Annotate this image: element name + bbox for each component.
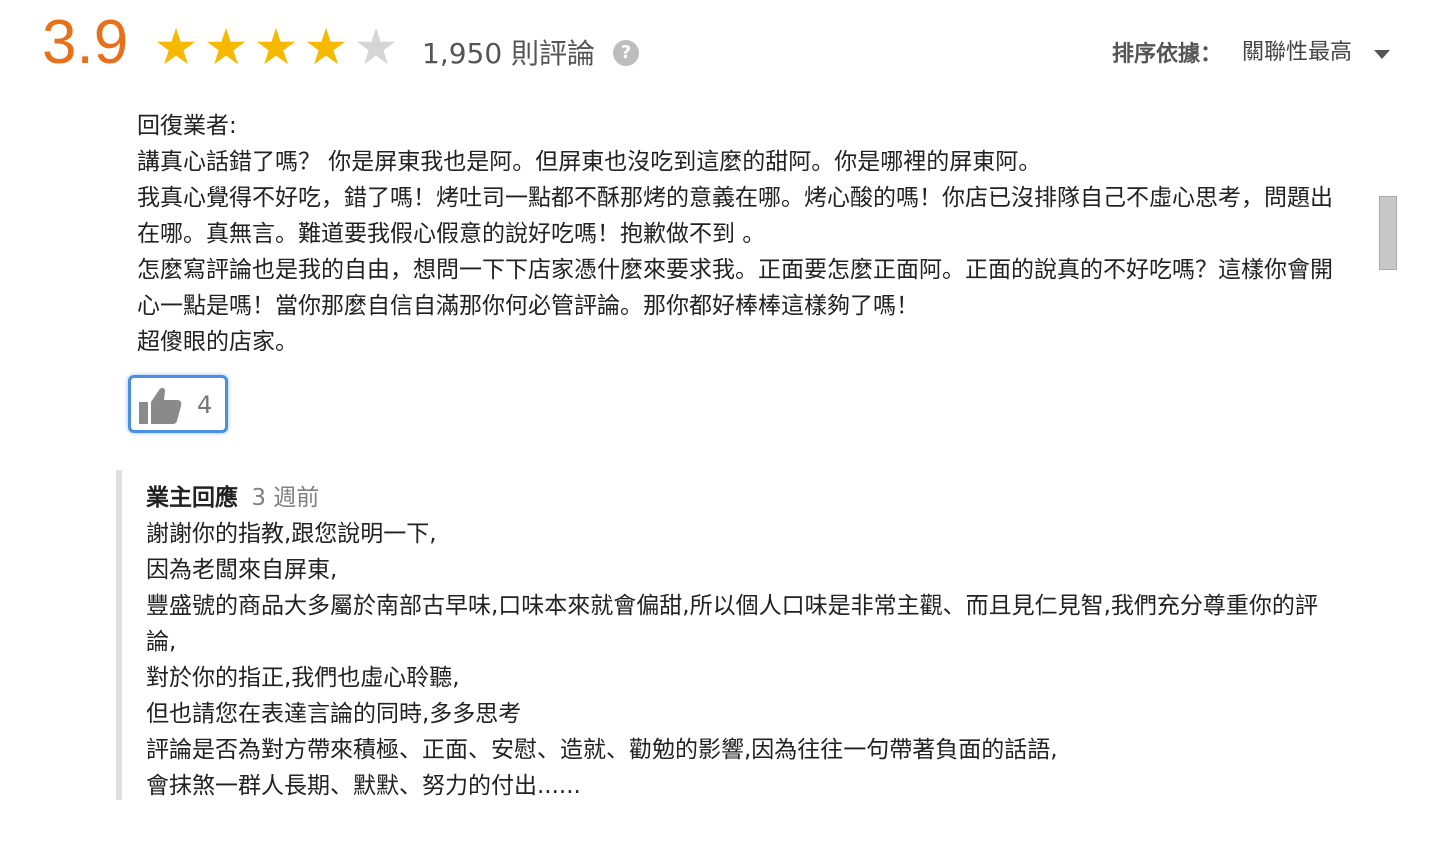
owner-response-line: 會抹煞一群人長期、默默、努力的付出......: [146, 773, 581, 799]
star-filled-icon: ★: [253, 18, 299, 76]
owner-response-line: 對於你的指正,我們也虛心聆聽,: [146, 665, 460, 691]
owner-response-line: 豐盛號的商品大多屬於南部古早味,口味本來就會偏甜,所以個人口味是非常主觀、而且見…: [146, 593, 1318, 655]
rating-summary: 3.9 ★ ★ ★ ★ ★ 1,950 則評論 ? 排序依據： 關聯性最高: [42, 8, 1402, 88]
rating-score: 3.9: [42, 8, 129, 77]
sort-label: 排序依據：: [1112, 42, 1223, 67]
scrollbar[interactable]: [1379, 196, 1397, 270]
review-line: 回復業者:: [137, 113, 237, 139]
review-line: 超傻眼的店家。: [137, 329, 298, 355]
review-text: 回復業者: 講真心話錯了嗎？ 你是屏東我也是阿。但屏東也沒吃到這麼的甜阿。你是哪…: [137, 108, 1347, 360]
owner-response-time: 3 週前: [251, 485, 320, 511]
owner-response-line: 但也請您在表達言論的同時,多多思考: [146, 701, 522, 727]
star-empty-icon: ★: [353, 18, 399, 76]
question-mark-icon[interactable]: ?: [613, 40, 639, 66]
chevron-down-icon[interactable]: [1374, 50, 1390, 59]
star-filled-icon: ★: [203, 18, 249, 76]
like-button[interactable]: 4: [128, 375, 228, 433]
like-count: 4: [197, 391, 213, 419]
review-line: 我真心覺得不好吃，錯了嗎！烤吐司一點都不酥那烤的意義在哪。烤心酸的嗎！你店已沒排…: [137, 185, 1333, 247]
owner-response-line: 因為老闆來自屏東,: [146, 557, 338, 583]
review-line: 怎麼寫評論也是我的自由，想問一下下店家憑什麼來要求我。正面要怎麼正面阿。正面的說…: [137, 257, 1333, 319]
owner-response-line: 評論是否為對方帶來積極、正面、安慰、造就、勸勉的影響,因為往往一句帶著負面的話語…: [146, 737, 1058, 763]
star-rating: ★ ★ ★ ★ ★: [152, 22, 400, 72]
owner-response-header: 業主回應 3 週前: [146, 480, 319, 516]
owner-response-label: 業主回應: [146, 485, 238, 511]
star-filled-icon: ★: [153, 18, 199, 76]
star-filled-icon: ★: [303, 18, 349, 76]
reviews-panel: 3.9 ★ ★ ★ ★ ★ 1,950 則評論 ? 排序依據： 關聯性最高 回復…: [0, 0, 1436, 844]
sort-dropdown[interactable]: 關聯性最高: [1242, 36, 1352, 70]
owner-response-text: 謝謝你的指教,跟您說明一下, 因為老闆來自屏東, 豐盛號的商品大多屬於南部古早味…: [146, 516, 1346, 804]
owner-response-line: 謝謝你的指教,跟您說明一下,: [146, 521, 437, 547]
review-line: 講真心話錯了嗎？ 你是屏東我也是阿。但屏東也沒吃到這麼的甜阿。你是哪裡的屏東阿。: [137, 149, 1042, 175]
review-count: 1,950 則評論: [422, 37, 596, 70]
thumbs-up-icon: [139, 387, 182, 424]
owner-response: 業主回應 3 週前 謝謝你的指教,跟您說明一下, 因為老闆來自屏東, 豐盛號的商…: [116, 470, 1362, 800]
